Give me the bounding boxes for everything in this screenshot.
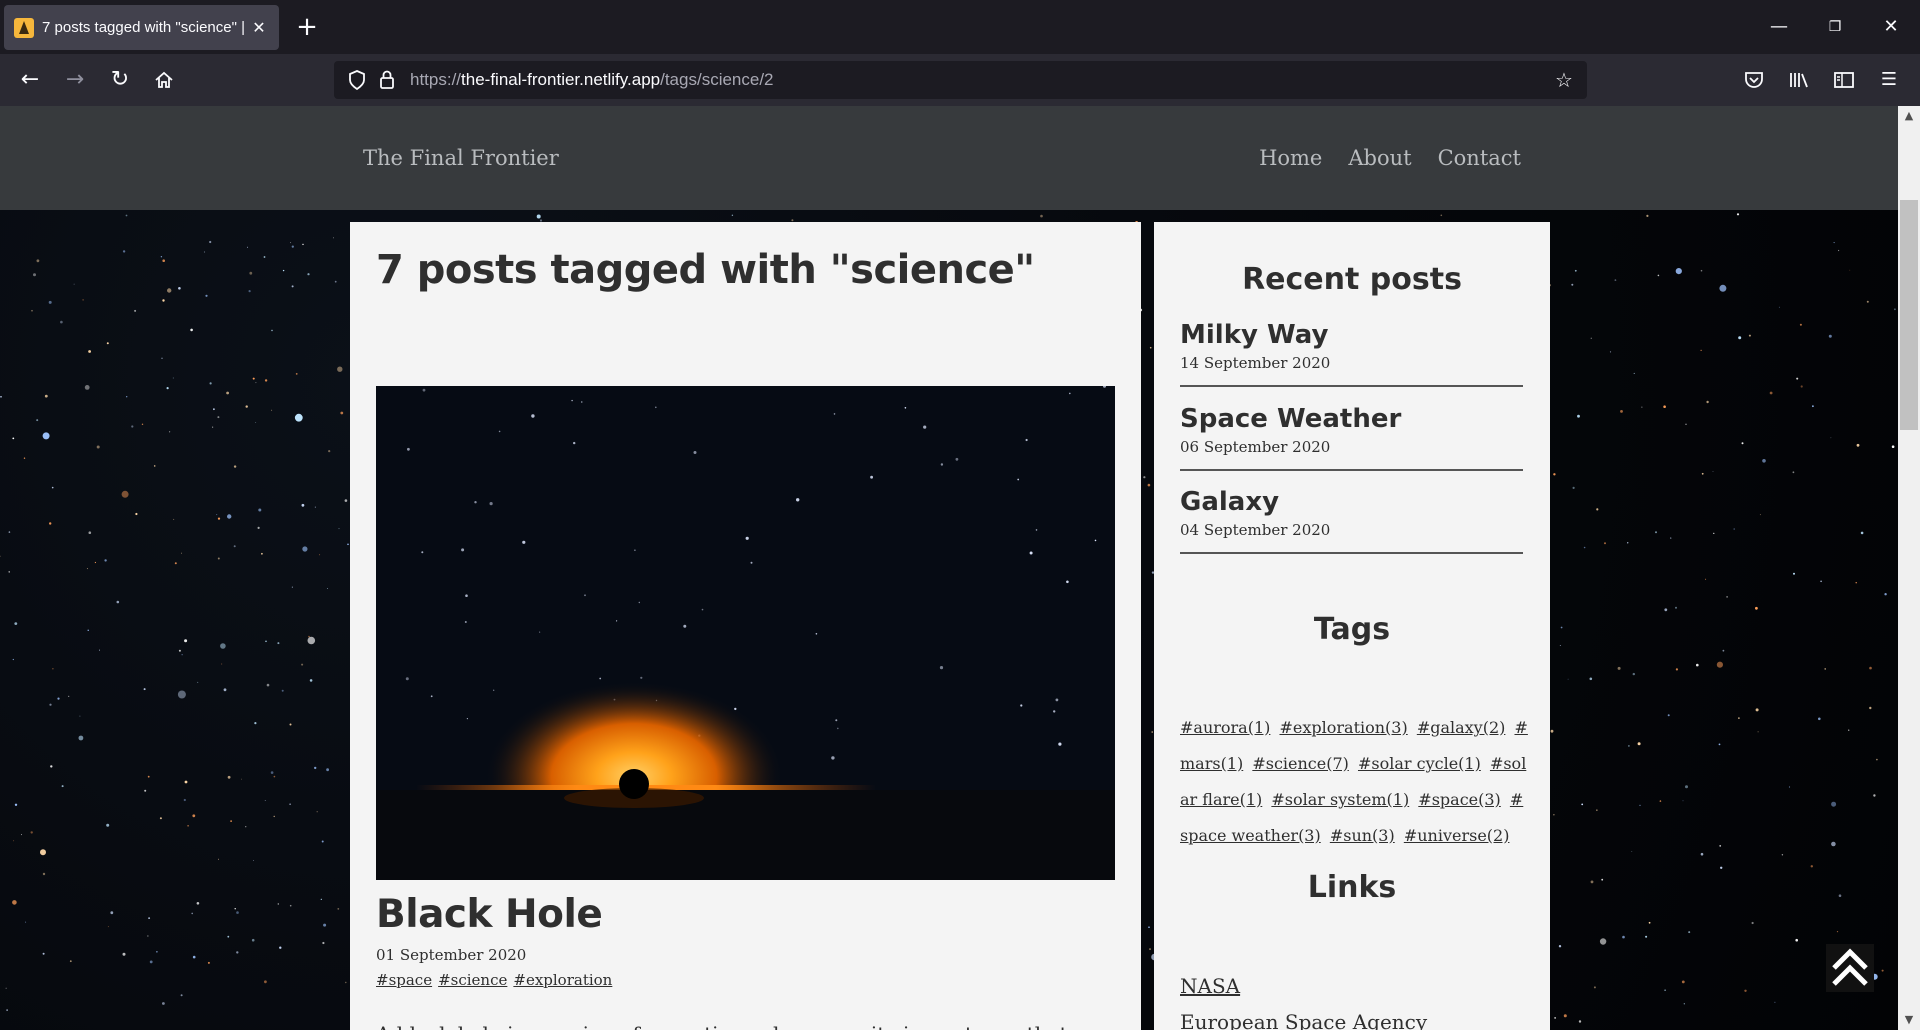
site-header: The Final Frontier Home About Contact — [0, 106, 1898, 210]
main-content: 7 posts tagged with "science" Black Hole… — [350, 222, 1141, 1030]
url-text[interactable]: https://the-final-frontier.netlify.app/t… — [410, 70, 1547, 90]
recent-post-title[interactable]: Space Weather — [1180, 404, 1523, 434]
tag-link[interactable]: #science(7) — [1252, 754, 1349, 773]
page-title: 7 posts tagged with "science" — [376, 247, 1035, 293]
recent-post-item[interactable]: Galaxy 04 September 2020 — [1180, 487, 1523, 554]
tab-title: 7 posts tagged with "science" | — [42, 19, 245, 36]
recent-post-title[interactable]: Milky Way — [1180, 320, 1523, 350]
window-close-icon[interactable]: ✕ — [1868, 10, 1914, 44]
scrollbar-thumb[interactable] — [1900, 200, 1918, 430]
arrow-left-icon[interactable]: ← — [13, 63, 47, 97]
post-tag-link[interactable]: #space — [376, 971, 432, 989]
scroll-up-icon[interactable]: ▲ — [1898, 106, 1920, 126]
arrow-right-icon[interactable]: → — [58, 63, 92, 97]
new-tab-icon[interactable]: + — [292, 12, 322, 42]
tags-heading: Tags — [1313, 612, 1391, 647]
site-nav: Home About Contact — [1259, 146, 1521, 170]
home-icon[interactable] — [147, 63, 181, 97]
page-scrollbar[interactable]: ▲ ▼ — [1898, 106, 1920, 1030]
tag-link[interactable]: #solar system(1) — [1271, 790, 1409, 809]
tag-link[interactable]: #universe(2) — [1404, 826, 1510, 845]
sidebar-icon[interactable] — [1827, 63, 1861, 97]
post-tag-link[interactable]: #science — [438, 971, 507, 989]
browser-tab-bar: 7 posts tagged with "science" | ✕ + — ❐ … — [0, 0, 1920, 54]
close-tab-icon[interactable]: ✕ — [249, 18, 269, 37]
tag-link[interactable]: #space(3) — [1418, 790, 1501, 809]
nav-home[interactable]: Home — [1259, 146, 1322, 170]
recent-post-date: 14 September 2020 — [1180, 354, 1331, 372]
lock-icon[interactable] — [372, 65, 402, 95]
tag-link[interactable]: #solar cycle(1) — [1358, 754, 1481, 773]
browser-tab[interactable]: 7 posts tagged with "science" | ✕ — [4, 5, 279, 50]
black-hole-image — [376, 386, 1115, 880]
library-icon[interactable] — [1782, 63, 1816, 97]
recent-post-date: 04 September 2020 — [1180, 521, 1331, 539]
tag-link[interactable]: #sun(3) — [1330, 826, 1395, 845]
post-excerpt: A black hole is a region of spacetime wh… — [376, 1022, 1067, 1030]
star-icon[interactable]: ☆ — [1547, 65, 1581, 95]
post-title[interactable]: Black Hole — [376, 892, 603, 937]
double-chevron-up-icon[interactable] — [1826, 944, 1874, 992]
post-tag-link[interactable]: #exploration — [513, 971, 612, 989]
tag-link[interactable]: #aurora(1) — [1180, 718, 1270, 737]
minimize-icon[interactable]: — — [1756, 10, 1802, 44]
external-links: NASA European Space Agency — [1180, 968, 1427, 1030]
post-date: 01 September 2020 — [376, 946, 527, 964]
restore-icon[interactable]: ❐ — [1812, 10, 1858, 44]
site-brand[interactable]: The Final Frontier — [363, 146, 559, 170]
hamburger-icon[interactable]: ☰ — [1872, 63, 1906, 97]
nav-about[interactable]: About — [1348, 146, 1411, 170]
nav-contact[interactable]: Contact — [1438, 146, 1521, 170]
link-nasa[interactable]: NASA — [1180, 968, 1427, 1004]
recent-post-item[interactable]: Milky Way 14 September 2020 — [1180, 320, 1523, 387]
scroll-down-icon[interactable]: ▼ — [1898, 1010, 1920, 1030]
link-esa[interactable]: European Space Agency — [1180, 1004, 1427, 1030]
recent-post-item[interactable]: Space Weather 06 September 2020 — [1180, 404, 1523, 471]
page-viewport: The Final Frontier Home About Contact 7 … — [0, 106, 1898, 1030]
browser-toolbar: ← → ↻ https://the-final-frontier.netlify… — [0, 54, 1920, 106]
recent-post-date: 06 September 2020 — [1180, 438, 1331, 456]
reload-icon[interactable]: ↻ — [103, 63, 137, 97]
post-tags: #space #science #exploration — [376, 971, 612, 989]
tag-link[interactable]: #exploration(3) — [1279, 718, 1407, 737]
address-bar[interactable]: https://the-final-frontier.netlify.app/t… — [334, 61, 1587, 99]
tag-link[interactable]: #galaxy(2) — [1417, 718, 1506, 737]
shield-icon[interactable] — [342, 65, 372, 95]
sidebar: Recent posts Milky Way 14 September 2020… — [1154, 222, 1550, 1030]
post-image[interactable] — [376, 386, 1115, 880]
tag-cloud: #aurora(1) #exploration(3) #galaxy(2) #m… — [1180, 710, 1528, 854]
recent-posts-heading: Recent posts — [1242, 262, 1462, 297]
favicon-icon — [14, 17, 34, 38]
links-heading: Links — [1307, 870, 1397, 905]
recent-post-title[interactable]: Galaxy — [1180, 487, 1523, 517]
pocket-icon[interactable] — [1737, 63, 1771, 97]
